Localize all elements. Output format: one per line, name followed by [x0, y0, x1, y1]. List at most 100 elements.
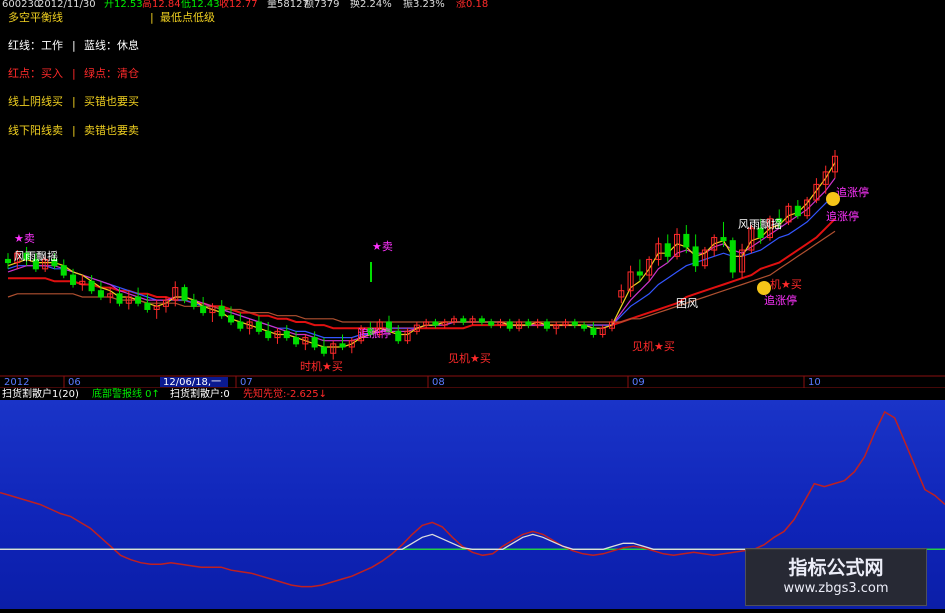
candle-body — [339, 343, 346, 348]
candle[interactable] — [218, 300, 225, 319]
candle[interactable] — [655, 237, 662, 266]
candle[interactable] — [525, 318, 532, 329]
candle-body — [4, 258, 12, 264]
header-date: 2012/11/30 — [38, 0, 96, 10]
candle[interactable] — [255, 315, 262, 335]
candle[interactable] — [190, 293, 197, 310]
candle-body — [283, 330, 290, 339]
chart-annotation: ★卖 — [372, 240, 393, 253]
candle[interactable] — [729, 237, 736, 279]
sub-header-label: 扫货割散户:0 — [170, 387, 230, 400]
candle[interactable] — [330, 340, 337, 360]
candle[interactable] — [60, 259, 67, 279]
candle[interactable] — [664, 234, 671, 263]
candle[interactable] — [571, 318, 578, 329]
candle-body — [581, 324, 588, 329]
chart-annotation: 见机★买 — [632, 339, 675, 353]
candle[interactable] — [785, 203, 792, 226]
candle[interactable] — [794, 200, 801, 219]
candle[interactable] — [553, 321, 560, 335]
candle-body — [664, 243, 671, 257]
candle[interactable] — [283, 325, 290, 341]
candle[interactable] — [831, 150, 839, 179]
candle[interactable] — [209, 303, 216, 322]
candle[interactable] — [739, 243, 746, 279]
candle[interactable] — [543, 318, 550, 332]
legend-left: 红线：工作 — [8, 38, 63, 52]
divider: | — [72, 67, 76, 80]
candle[interactable] — [646, 256, 653, 282]
header-field: 高12.84 — [142, 0, 181, 10]
candle[interactable] — [618, 284, 625, 304]
candle-body — [636, 271, 643, 276]
candle-body — [116, 293, 123, 304]
chart-annotation: 机★买 — [770, 277, 802, 291]
candle-body — [320, 346, 327, 354]
candle[interactable] — [246, 318, 253, 335]
legend-left: 线上阴线买 — [8, 94, 63, 108]
candle[interactable] — [200, 296, 207, 316]
chart-annotation: 追涨停 — [764, 293, 797, 307]
candle[interactable] — [506, 318, 513, 332]
candle[interactable] — [562, 318, 569, 329]
header-field: 低12.43 — [181, 0, 220, 10]
legend-left: 线下阳线卖 — [8, 123, 63, 137]
candle[interactable] — [4, 253, 12, 269]
sub-header-label: 底部警报线 0↑ — [92, 387, 160, 400]
candle-body — [227, 315, 235, 323]
candle[interactable] — [469, 315, 476, 326]
candle[interactable] — [302, 334, 309, 351]
candle[interactable] — [339, 334, 346, 351]
candle[interactable] — [441, 318, 448, 329]
candle-body — [432, 321, 439, 326]
watermark-title: 指标公式网 — [788, 557, 884, 579]
header-field: 振3.23% — [403, 0, 445, 10]
chart-annotation: 风雨飘摇 — [738, 217, 782, 231]
candle-body — [70, 274, 77, 285]
smiley-icon — [826, 192, 840, 206]
chart-annotation: 困风 — [676, 297, 698, 310]
chart-annotation: ★卖 — [14, 232, 35, 245]
divider: | — [150, 11, 154, 24]
indicator-extra: 最低点低级 — [160, 11, 215, 24]
axis-year: 2012 — [4, 377, 29, 388]
candle[interactable] — [497, 318, 504, 329]
candle[interactable] — [599, 325, 606, 338]
candle[interactable] — [534, 318, 541, 329]
sub-header-label: 先知先觉:-2.625↓ — [243, 387, 327, 400]
axis-month: 07 — [240, 377, 253, 388]
candle[interactable] — [274, 328, 281, 344]
candle[interactable] — [692, 234, 699, 272]
chart-annotation: 时机★买 — [300, 359, 343, 373]
candle-body — [135, 296, 142, 304]
candle-body — [200, 305, 207, 314]
candle[interactable] — [813, 178, 820, 204]
candle[interactable] — [97, 281, 104, 301]
candle[interactable] — [701, 246, 708, 269]
ma-line — [7, 162, 836, 348]
axis-month: 06 — [68, 377, 81, 388]
candle[interactable] — [432, 318, 439, 329]
candle-body — [265, 330, 272, 339]
ma-line — [7, 193, 836, 339]
candle[interactable] — [460, 315, 467, 326]
candle[interactable] — [478, 315, 485, 326]
price-panel[interactable]: 600230 2012/11/30 开12.53 高12.84 低12.43 收12.77… — [0, 0, 945, 400]
candle[interactable] — [581, 321, 588, 332]
candle[interactable] — [135, 287, 142, 307]
candle[interactable] — [423, 318, 430, 329]
ma-line — [7, 177, 836, 342]
header-code: 600230 — [2, 0, 40, 10]
candle[interactable] — [450, 315, 458, 326]
legend-right: 卖错也要卖 — [84, 123, 139, 137]
price-chart[interactable]: 6002302012/11/30 开12.53 高12.84 低12.43 收12.77… — [0, 0, 945, 400]
candle[interactable] — [488, 318, 495, 329]
ma-line — [7, 230, 836, 323]
candle[interactable] — [181, 284, 188, 304]
divider: | — [72, 124, 76, 137]
ma-line — [8, 218, 836, 330]
candle-body — [720, 237, 727, 242]
axis-month: 09 — [632, 377, 645, 388]
candle[interactable] — [172, 281, 179, 307]
chart-annotation: 追涨停 — [826, 209, 859, 223]
